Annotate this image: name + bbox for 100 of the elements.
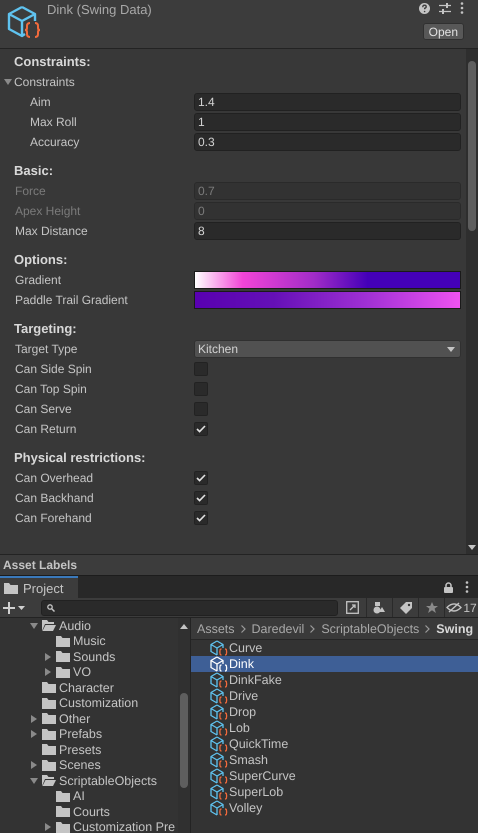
collapsed-triangle-icon[interactable] [44, 823, 52, 832]
asset-item[interactable]: Drive [191, 688, 478, 704]
dropdown-field[interactable]: Kitchen [194, 340, 461, 358]
tree-item[interactable]: ScriptableObjects [0, 773, 178, 788]
asset-item[interactable]: Lob [191, 720, 478, 736]
folder-icon [56, 806, 70, 818]
folder-icon [42, 682, 56, 694]
tree-item[interactable]: Audio [0, 618, 178, 634]
folder-icon [42, 728, 56, 740]
section-heading: Options: [13, 251, 68, 269]
tree-item[interactable]: Presets [0, 742, 178, 758]
tree-item[interactable]: Music [0, 634, 178, 649]
number-field[interactable]: 8 [194, 222, 461, 240]
folder-icon [56, 790, 70, 802]
expanded-triangle-icon[interactable] [30, 776, 38, 785]
checkbox[interactable] [194, 491, 208, 505]
tree-item[interactable]: Character [0, 680, 178, 696]
folder-icon [42, 698, 56, 709]
breadcrumb-link[interactable]: Assets [197, 622, 235, 636]
scrollbar-thumb[interactable] [180, 693, 188, 788]
field-label: Target Type [14, 342, 78, 356]
settings-sliders-icon[interactable] [439, 2, 451, 14]
open-button[interactable]: Open [422, 23, 464, 40]
tree-item[interactable]: Customization [0, 696, 178, 711]
cube-script-icon [209, 720, 229, 736]
cube-script-icon [209, 640, 229, 656]
number-field[interactable]: 1.4 [194, 93, 461, 111]
folder-icon [4, 582, 18, 594]
tag-icon [400, 602, 412, 614]
asset-item[interactable]: Drop [191, 704, 478, 720]
lock-icon[interactable] [444, 582, 453, 592]
help-icon[interactable] [419, 2, 430, 14]
asset-item[interactable]: QuickTime [191, 736, 478, 752]
tree-item[interactable]: VO [0, 664, 178, 680]
project-tab[interactable]: Project [0, 576, 78, 598]
field-label: Max Roll [29, 115, 78, 129]
breadcrumb-link[interactable]: Daredevil [252, 622, 304, 636]
tree-item[interactable]: Prefabs [0, 726, 178, 742]
tree-item[interactable]: Scenes [0, 758, 178, 773]
cube-script-icon [209, 688, 229, 704]
scrollbar[interactable] [466, 49, 478, 554]
hidden-packages-button[interactable]: 17 [444, 598, 478, 617]
asset-item[interactable]: SuperCurve [191, 768, 478, 784]
field-label: Paddle Trail Gradient [14, 293, 129, 307]
field-label: Can Serve [14, 402, 73, 416]
checkmark-icon [196, 514, 206, 522]
field-label: Gradient [14, 273, 62, 287]
scriptable-object-icon [5, 4, 41, 40]
chevron-icon [310, 624, 316, 632]
tree-item[interactable]: Courts [0, 804, 178, 820]
number-field[interactable]: 0.3 [194, 133, 461, 151]
search-scope-icon[interactable] [346, 601, 359, 614]
asset-item[interactable]: Curve [191, 640, 478, 656]
breadcrumb-link[interactable]: Swing [436, 622, 474, 636]
field-label: Can Side Spin [14, 362, 93, 376]
field-label: Can Return [14, 422, 78, 436]
checkbox[interactable] [194, 471, 208, 485]
folder-icon [56, 651, 70, 662]
cube-script-icon [209, 768, 229, 784]
number-field[interactable]: 1 [194, 113, 461, 131]
tree-item[interactable]: Sounds [0, 649, 178, 664]
field-label: Can Top Spin [14, 382, 88, 396]
checkbox[interactable] [194, 511, 208, 525]
asset-item[interactable]: DinkFake [191, 672, 478, 688]
more-menu-icon[interactable] [460, 2, 464, 14]
section-heading: Targeting: [13, 320, 78, 338]
asset-item[interactable]: Volley [191, 800, 478, 816]
cube-script-icon [209, 704, 229, 720]
search-field[interactable] [41, 600, 338, 616]
more-menu-icon[interactable] [465, 581, 469, 593]
field-label: Aim [29, 95, 52, 109]
window-title: Dink (Swing Data) [47, 2, 153, 17]
scrollbar-thumb[interactable] [468, 61, 476, 231]
collapsed-triangle-icon[interactable] [30, 761, 38, 770]
tree-item[interactable]: Customization Pre [0, 820, 178, 833]
tree-item[interactable]: AI [0, 788, 178, 804]
breadcrumb-link[interactable]: ScriptableObjects [321, 622, 420, 636]
field-label: Max Distance [14, 224, 89, 238]
expanded-triangle-icon[interactable] [30, 622, 38, 630]
asset-item[interactable]: SuperLob [191, 784, 478, 800]
foldout-toggle[interactable]: Constraints [4, 72, 75, 92]
scroll-down-icon[interactable] [468, 545, 476, 550]
checkmark-icon [196, 425, 206, 433]
caret-icon [447, 346, 455, 352]
section-heading: Physical restrictions: [13, 449, 146, 467]
checkbox[interactable] [194, 422, 208, 436]
folder-icon [56, 822, 70, 833]
gradient-field[interactable] [194, 271, 461, 289]
asset-item[interactable]: Smash [191, 752, 478, 768]
asset-item[interactable]: Dink [191, 656, 478, 672]
cube-script-icon [209, 800, 229, 816]
cube-script-icon [209, 672, 229, 688]
asset-labels-header[interactable]: Asset Labels [0, 554, 478, 576]
folder-icon [56, 636, 70, 647]
gradient-field[interactable] [194, 291, 461, 309]
folder-icon [42, 760, 56, 771]
folder-icon [56, 666, 70, 678]
star-icon [426, 602, 438, 614]
tree-item[interactable]: Other [0, 711, 178, 726]
scroll-up-icon[interactable] [180, 624, 188, 629]
